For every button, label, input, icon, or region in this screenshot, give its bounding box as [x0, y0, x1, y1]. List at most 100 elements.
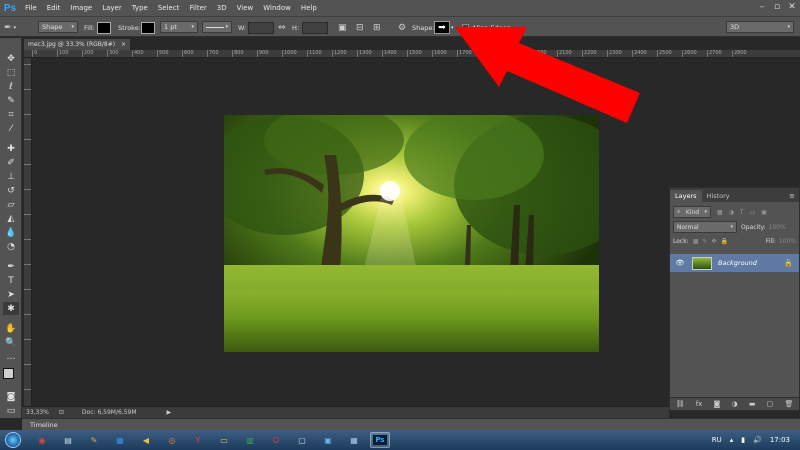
custom-shape-tool-icon[interactable]: ✱ — [3, 302, 19, 315]
layer-row-background[interactable]: 👁 Background 🔒 — [670, 254, 799, 272]
shape-picker[interactable]: ➡ ▾ — [434, 21, 454, 34]
healing-brush-tool-icon[interactable]: ✚ — [3, 142, 19, 155]
brush-tool-icon[interactable]: ✐ — [3, 156, 19, 169]
height-input[interactable] — [302, 21, 328, 34]
blur-tool-icon[interactable]: 💧 — [3, 226, 19, 239]
menu-select[interactable]: Select — [153, 4, 185, 12]
filter-kind-dropdown[interactable]: ⌕ Kind ▾ — [673, 206, 711, 218]
menu-help[interactable]: Help — [296, 4, 322, 12]
language-indicator[interactable]: RU — [712, 436, 722, 444]
clone-stamp-tool-icon[interactable]: ⊥ — [3, 170, 19, 183]
dodge-tool-icon[interactable]: ◔ — [3, 240, 19, 253]
type-tool-icon[interactable]: T — [3, 274, 19, 287]
crop-tool-icon[interactable]: ⌗ — [3, 108, 19, 121]
lock-image-icon[interactable]: ✎ — [702, 238, 707, 245]
minimize-button[interactable]: – — [756, 1, 768, 13]
close-button[interactable]: ✕ — [786, 1, 798, 13]
lasso-tool-icon[interactable]: ℓ — [3, 80, 19, 93]
gear-icon[interactable]: ⚙ — [398, 21, 406, 34]
taskbar-app-firefox[interactable]: ◎ — [162, 432, 182, 448]
taskbar-app-chrome[interactable]: ◉ — [32, 432, 52, 448]
start-button[interactable] — [0, 430, 26, 450]
workspace-dropdown[interactable]: 3D ▾ — [726, 21, 794, 33]
zoom-level[interactable]: 33,33% — [26, 409, 49, 416]
menu-filter[interactable]: Filter — [184, 4, 211, 12]
tray-arrow-icon[interactable]: ▴ — [730, 436, 734, 444]
taskbar-app-opera[interactable]: O — [266, 432, 286, 448]
filter-type-icon[interactable]: T — [740, 209, 744, 216]
menu-type[interactable]: Type — [127, 4, 153, 12]
filter-shape-icon[interactable]: ▭ — [750, 209, 756, 216]
menu-layer[interactable]: Layer — [97, 4, 127, 12]
quick-selection-tool-icon[interactable]: ✎ — [3, 94, 19, 107]
more-tools-icon[interactable]: … — [3, 350, 19, 363]
stroke-swatch[interactable] — [141, 21, 155, 34]
lock-all-icon[interactable]: 🔒 — [720, 238, 727, 245]
history-brush-tool-icon[interactable]: ↺ — [3, 184, 19, 197]
taskbar-app-player[interactable]: ◀ — [136, 432, 156, 448]
lock-transparent-icon[interactable]: ▦ — [693, 238, 699, 245]
taskbar-app-notes[interactable]: ▢ — [292, 432, 312, 448]
tab-history[interactable]: History — [702, 190, 735, 202]
forest-photo[interactable] — [224, 115, 599, 352]
menu-view[interactable]: View — [232, 4, 259, 12]
adjustment-layer-icon[interactable]: ◑ — [732, 400, 738, 408]
path-operations-icon[interactable]: ▣ — [338, 21, 347, 34]
taskbar-app-explorer[interactable]: ▣ — [318, 432, 338, 448]
tool-preset-picker[interactable]: ✒ ▾ — [4, 21, 16, 34]
taskbar-app-photoshop[interactable]: Ps — [370, 432, 390, 448]
taskbar-app-folder[interactable]: ▭ — [214, 432, 234, 448]
tool-mode-dropdown[interactable]: Shape ▾ — [38, 21, 78, 33]
panel-menu-icon[interactable]: ≡ — [785, 190, 799, 202]
taskbar-app-calc[interactable]: ▦ — [344, 432, 364, 448]
tab-layers[interactable]: Layers — [670, 190, 702, 202]
stroke-width-input[interactable]: 1 pt ▾ — [160, 21, 198, 33]
path-alignment-icon[interactable]: ⊟ — [356, 21, 364, 34]
menu-edit[interactable]: Edit — [42, 4, 66, 12]
zoom-tool-icon[interactable]: 🔍 — [3, 336, 19, 349]
close-tab-icon[interactable]: × — [121, 41, 126, 48]
opacity-value[interactable]: 100% — [769, 224, 786, 231]
stroke-type-dropdown[interactable]: ▾ — [202, 21, 232, 33]
screen-mode-icon[interactable]: ▭ — [3, 404, 19, 417]
status-menu-arrow-icon[interactable]: ▶ — [167, 409, 172, 416]
visibility-eye-icon[interactable]: 👁 — [674, 259, 686, 267]
path-arrangement-icon[interactable]: ⊞ — [373, 21, 381, 34]
filter-pixel-icon[interactable]: ▩ — [717, 209, 723, 216]
status-icon[interactable]: ⊡ — [59, 409, 64, 416]
taskbar-app-paint[interactable]: ✎ — [84, 432, 104, 448]
filter-adjustment-icon[interactable]: ◑ — [729, 209, 734, 216]
menu-image[interactable]: Image — [65, 4, 97, 12]
foreground-color-swatch[interactable] — [3, 368, 14, 379]
document-tab[interactable]: mec3.jpg @ 33.3% (RGB/8#) × — [24, 39, 130, 50]
new-layer-icon[interactable]: ▢ — [767, 400, 774, 408]
menu-file[interactable]: File — [20, 4, 42, 12]
volume-icon[interactable]: 🔊 — [753, 436, 762, 444]
eraser-tool-icon[interactable]: ▱ — [3, 198, 19, 211]
clock[interactable]: 17:03 — [770, 436, 790, 444]
quick-mask-icon[interactable]: ◙ — [3, 390, 19, 403]
network-icon[interactable]: ▮ — [741, 436, 745, 444]
taskbar-app-excel[interactable]: ▥ — [240, 432, 260, 448]
taskbar-app-notepad[interactable]: ▤ — [58, 432, 78, 448]
move-tool-icon[interactable]: ✥ — [3, 52, 19, 65]
restore-button[interactable]: ▫ — [771, 1, 783, 13]
link-icon[interactable]: ⇔ — [278, 21, 286, 34]
pen-tool-icon[interactable]: ✒ — [3, 260, 19, 273]
path-selection-tool-icon[interactable]: ➤ — [3, 288, 19, 301]
paint-bucket-tool-icon[interactable]: ◭ — [3, 212, 19, 225]
layer-mask-icon[interactable]: ◙ — [714, 400, 721, 408]
lock-position-icon[interactable]: ✥ — [711, 238, 716, 245]
marquee-tool-icon[interactable]: ⬚ — [3, 66, 19, 79]
delete-layer-icon[interactable]: 🗑 — [784, 400, 793, 408]
fill-value[interactable]: 100% — [779, 238, 796, 245]
color-swatches[interactable] — [3, 368, 19, 384]
layer-name[interactable]: Background — [718, 259, 757, 267]
new-group-icon[interactable]: ▬ — [749, 400, 756, 408]
menu-window[interactable]: Window — [258, 4, 296, 12]
blend-mode-dropdown[interactable]: Normal ▾ — [673, 221, 737, 233]
timeline-panel-tab[interactable]: Timeline — [22, 418, 800, 430]
fill-swatch[interactable] — [97, 21, 111, 34]
eyedropper-tool-icon[interactable]: ⁄ — [3, 122, 19, 135]
hand-tool-icon[interactable]: ✋ — [3, 322, 19, 335]
